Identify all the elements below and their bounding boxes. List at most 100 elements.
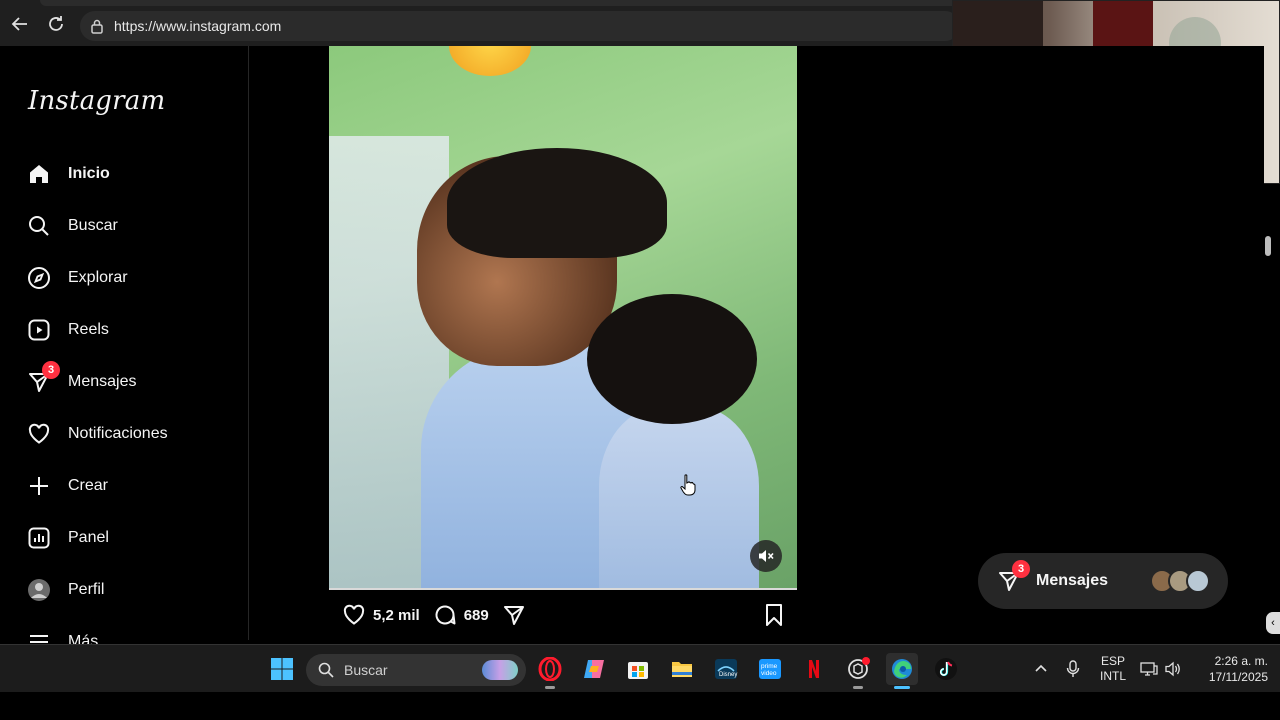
sidebar-item-crear[interactable]: Crear <box>26 466 108 506</box>
screen-bottom-border <box>0 692 1280 720</box>
like-button[interactable]: 5,2 mil <box>341 602 420 628</box>
sidebar-item-inicio[interactable]: Inicio <box>26 154 110 194</box>
share-button[interactable] <box>501 602 527 628</box>
windows-taskbar: Buscar Disney prime video ESP INTL 2:26 … <box>0 644 1280 692</box>
video-scene <box>447 148 667 258</box>
instagram-logo[interactable]: Instagram <box>28 86 165 116</box>
tray-overflow-button[interactable] <box>1030 645 1052 693</box>
heart-icon <box>26 421 52 447</box>
save-button[interactable] <box>761 602 787 628</box>
store-app[interactable] <box>622 653 654 685</box>
taskbar-search-label: Buscar <box>344 662 388 678</box>
emoji-sticker <box>449 46 531 76</box>
arrow-left-icon <box>11 17 27 31</box>
reels-icon <box>26 317 52 343</box>
sidebar-item-reels[interactable]: Reels <box>26 310 109 350</box>
sidebar-item-label: Buscar <box>68 217 118 234</box>
plus-icon <box>26 473 52 499</box>
clock-date: 17/11/2025 <box>1208 670 1268 684</box>
messages-label: Mensajes <box>1036 572 1109 589</box>
svg-text:video: video <box>761 670 777 677</box>
tiktok-icon <box>935 658 957 680</box>
avatar <box>26 577 52 603</box>
prime-video-icon: primevideo <box>759 659 781 679</box>
chevron-left-icon[interactable]: ‹ <box>1266 612 1280 634</box>
chevron-up-icon <box>1035 664 1047 672</box>
sidebar-item-label: Mensajes <box>68 373 137 390</box>
avatar <box>1186 569 1210 593</box>
address-bar[interactable]: https://www.instagram.com <box>80 11 960 41</box>
messages-pill[interactable]: 3 Mensajes <box>978 553 1228 609</box>
taskbar-search[interactable]: Buscar <box>306 654 526 686</box>
opera-icon <box>538 657 562 681</box>
clock[interactable]: 2:26 a. m. 17/11/2025 <box>1192 645 1268 693</box>
chatgpt-app[interactable] <box>842 653 874 689</box>
post-actions: 5,2 mil 689 <box>329 596 797 634</box>
like-count: 5,2 mil <box>373 606 420 624</box>
microphone-icon <box>1066 660 1080 677</box>
prime-video-app[interactable]: prime video <box>754 653 786 685</box>
running-indicator <box>853 686 863 689</box>
reel-video[interactable] <box>329 46 797 590</box>
chatgpt-icon <box>848 657 870 679</box>
notification-badge: 3 <box>1012 560 1030 578</box>
scroll-thumb[interactable] <box>1265 236 1271 256</box>
language-indicator[interactable]: ESP INTL <box>1094 645 1132 693</box>
video-scene <box>599 406 759 588</box>
tiktok-app[interactable] <box>930 653 962 685</box>
url-text: https://www.instagram.com <box>114 18 282 34</box>
microphone-button[interactable] <box>1062 645 1084 693</box>
network-button[interactable] <box>1138 645 1160 693</box>
copilot-icon <box>584 660 604 678</box>
sidebar-item-notificaciones[interactable]: Notificaciones <box>26 414 168 454</box>
sidebar-item-label: Panel <box>68 529 109 546</box>
comment-count: 689 <box>463 606 489 624</box>
start-button[interactable] <box>266 653 298 685</box>
opera-app[interactable] <box>534 653 566 689</box>
store-icon <box>628 662 648 679</box>
volume-button[interactable] <box>1162 645 1184 693</box>
sidebar-item-perfil[interactable]: Perfil <box>26 570 104 610</box>
sidebar-item-buscar[interactable]: Buscar <box>26 206 118 246</box>
chart-icon <box>26 525 52 551</box>
sidebar-item-panel[interactable]: Panel <box>26 518 109 558</box>
edge-app[interactable] <box>886 653 918 689</box>
screen: https://www.instagram.com Instagram Inic… <box>0 0 1280 720</box>
windows-icon <box>271 658 293 680</box>
messenger-icon: 3 <box>26 361 60 395</box>
folder-icon <box>672 662 692 677</box>
copilot-app[interactable] <box>578 653 610 685</box>
heart-icon <box>341 602 367 628</box>
language-code: ESP <box>1100 654 1125 668</box>
edge-icon <box>892 659 912 679</box>
comment-button[interactable]: 689 <box>432 602 489 628</box>
running-indicator <box>894 686 910 689</box>
speaker-muted-icon <box>759 550 774 562</box>
messenger-icon: 3 <box>996 560 1030 594</box>
keyboard-layout: INTL <box>1099 669 1126 683</box>
search-highlight-icon <box>482 660 518 680</box>
svg-text:Disney: Disney <box>719 672 737 678</box>
disney-plus-app[interactable]: Disney <box>710 653 742 685</box>
search-icon <box>318 662 334 678</box>
reload-button[interactable] <box>44 12 68 36</box>
search-icon <box>26 213 52 239</box>
back-button[interactable] <box>8 12 32 36</box>
clock-time: 2:26 a. m. <box>1214 654 1268 668</box>
sidebar-item-label: Notificaciones <box>68 425 168 442</box>
avatar-stack <box>1150 569 1210 593</box>
tab-strip <box>40 0 960 6</box>
send-icon <box>501 602 527 628</box>
file-explorer-app[interactable] <box>666 653 698 685</box>
lock-icon <box>90 18 106 34</box>
netflix-app[interactable] <box>798 653 830 685</box>
page-scrollbar[interactable] <box>1262 184 1274 640</box>
running-indicator <box>545 686 555 689</box>
sidebar-item-label: Perfil <box>68 581 105 598</box>
bookmark-icon <box>766 604 782 626</box>
mute-button[interactable] <box>750 540 782 572</box>
sidebar-item-explorar[interactable]: Explorar <box>26 258 128 298</box>
compass-icon <box>26 265 52 291</box>
sidebar-item-mensajes[interactable]: 3 Mensajes <box>26 361 137 402</box>
instagram-sidebar: Instagram Inicio Buscar Explorar Reels 3… <box>4 46 249 650</box>
